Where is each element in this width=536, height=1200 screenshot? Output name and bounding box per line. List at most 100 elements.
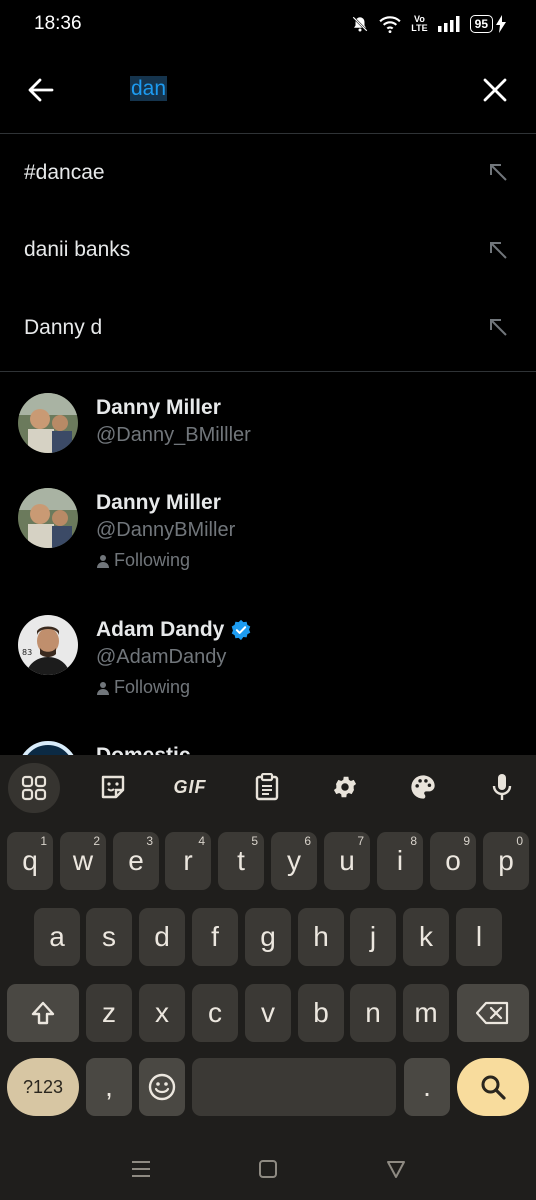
key-a[interactable]: a — [34, 908, 80, 966]
mute-bell-icon — [352, 16, 368, 32]
key-z[interactable]: z — [86, 984, 132, 1042]
status-bar: 18:36 Vo LTE 95 — [0, 0, 536, 48]
key-c[interactable]: c — [192, 984, 238, 1042]
user-result[interactable]: Domestic — [0, 728, 536, 755]
user-result[interactable]: Danny Miller @Danny_BMilller — [0, 380, 536, 470]
suggestion-item[interactable]: #dancae — [0, 134, 536, 212]
key-t[interactable]: t5 — [218, 832, 264, 890]
suggestion-text: #dancae — [24, 160, 105, 184]
user-name: Domestic — [96, 744, 191, 755]
search-query-text: dan — [130, 76, 168, 101]
apps-grid-button[interactable] — [8, 763, 60, 813]
arrow-up-left-icon[interactable] — [486, 238, 510, 262]
key-o[interactable]: o9 — [430, 832, 476, 890]
keyboard: GIF q1 w2 e3 r4 t5 y6 u7 i8 o9 p0 a s d … — [0, 755, 536, 1200]
voice-input-button[interactable] — [480, 765, 524, 809]
square-icon — [259, 1160, 277, 1178]
svg-text:83: 83 — [22, 648, 32, 657]
shift-key[interactable] — [7, 984, 79, 1042]
following-status: Following — [96, 550, 190, 571]
gear-icon — [333, 776, 357, 798]
key-v[interactable]: v — [245, 984, 291, 1042]
search-action-key[interactable] — [457, 1058, 529, 1116]
microphone-icon — [492, 774, 512, 800]
key-r[interactable]: r4 — [165, 832, 211, 890]
user-name: Danny Miller — [96, 491, 221, 514]
sticker-icon — [101, 775, 125, 799]
key-q[interactable]: q1 — [7, 832, 53, 890]
user-result[interactable]: 83 Adam Dandy @AdamDandy Following — [0, 602, 536, 717]
key-f[interactable]: f — [192, 908, 238, 966]
user-name: Adam Dandy — [96, 618, 252, 642]
emoji-key[interactable] — [139, 1058, 185, 1116]
key-j[interactable]: j — [350, 908, 396, 966]
back-nav-button[interactable] — [381, 1154, 411, 1184]
gif-button[interactable]: GIF — [162, 765, 218, 809]
sticker-button[interactable] — [91, 765, 135, 809]
palette-icon — [411, 775, 435, 799]
clear-search-button[interactable] — [480, 75, 510, 105]
recents-button[interactable] — [126, 1154, 156, 1184]
key-u[interactable]: u7 — [324, 832, 370, 890]
charging-bolt-icon — [496, 15, 506, 33]
backspace-key[interactable] — [457, 984, 529, 1042]
key-y[interactable]: y6 — [271, 832, 317, 890]
key-x[interactable]: x — [139, 984, 185, 1042]
key-p[interactable]: p0 — [483, 832, 529, 890]
volte-indicator: Vo LTE — [411, 14, 428, 33]
person-icon — [97, 554, 109, 568]
avatar — [18, 393, 78, 453]
space-key[interactable] — [192, 1058, 396, 1116]
theme-button[interactable] — [401, 765, 445, 809]
battery-level: 95 — [469, 15, 493, 33]
period-key[interactable]: . — [404, 1058, 450, 1116]
avatar — [18, 741, 78, 755]
key-d[interactable]: d — [139, 908, 185, 966]
battery-indicator: 95 — [469, 15, 506, 33]
user-handle: @AdamDandy — [96, 646, 227, 668]
key-m[interactable]: m — [403, 984, 449, 1042]
comma-key[interactable]: , — [86, 1058, 132, 1116]
back-button[interactable] — [26, 75, 56, 105]
verified-badge-icon — [232, 619, 251, 641]
arrow-up-left-icon[interactable] — [486, 315, 510, 339]
suggestion-text: Danny d — [24, 315, 103, 339]
key-b[interactable]: b — [298, 984, 344, 1042]
arrow-up-left-icon[interactable] — [486, 160, 510, 184]
system-navigation-bar — [0, 1140, 536, 1200]
key-w[interactable]: w2 — [60, 832, 106, 890]
signal-icon — [437, 16, 460, 32]
suggestion-item[interactable]: danii banks — [0, 212, 536, 290]
home-button[interactable] — [253, 1154, 283, 1184]
key-i[interactable]: i8 — [377, 832, 423, 890]
clipboard-icon — [255, 773, 279, 801]
arrow-left-icon — [28, 78, 54, 102]
user-result[interactable]: Danny Miller @DannyBMiller Following — [0, 475, 536, 590]
keyboard-toolbar: GIF — [0, 755, 536, 819]
key-l[interactable]: l — [456, 908, 502, 966]
symbols-key[interactable]: ?123 — [7, 1058, 79, 1116]
key-g[interactable]: g — [245, 908, 291, 966]
search-input[interactable]: dan — [130, 76, 168, 102]
user-handle: @Danny_BMilller — [96, 424, 251, 446]
key-e[interactable]: e3 — [113, 832, 159, 890]
search-icon — [481, 1075, 506, 1100]
following-status: Following — [96, 677, 190, 698]
key-s[interactable]: s — [86, 908, 132, 966]
close-icon — [483, 78, 507, 102]
menu-icon — [132, 1161, 150, 1177]
key-h[interactable]: h — [298, 908, 344, 966]
suggestion-item[interactable]: Danny d — [0, 289, 536, 367]
status-time: 18:36 — [34, 13, 82, 34]
shift-icon — [31, 1001, 55, 1025]
key-n[interactable]: n — [350, 984, 396, 1042]
key-k[interactable]: k — [403, 908, 449, 966]
settings-button[interactable] — [323, 765, 367, 809]
gif-label: GIF — [173, 776, 207, 797]
backspace-icon — [476, 1001, 509, 1025]
clipboard-button[interactable] — [245, 765, 289, 809]
status-icons: Vo LTE 95 — [351, 15, 506, 33]
avatar — [18, 488, 78, 548]
grid-icon — [21, 775, 47, 801]
suggestion-text: danii banks — [24, 238, 131, 262]
